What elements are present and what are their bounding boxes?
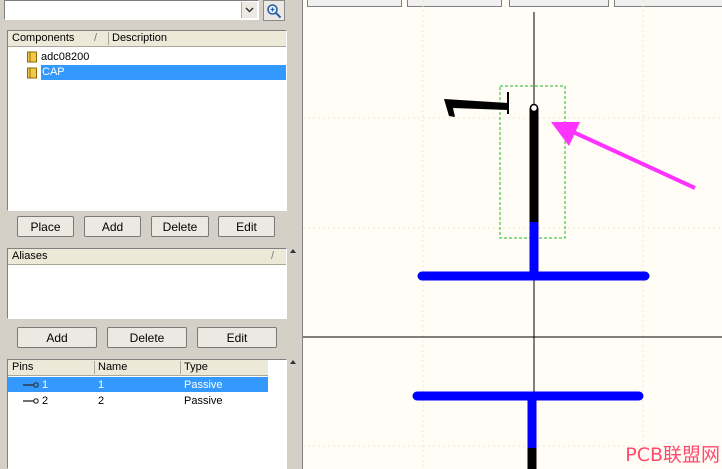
add-button[interactable]: Add xyxy=(84,216,141,237)
pin-name: 2 xyxy=(98,394,105,407)
schematic-drawing xyxy=(303,0,722,469)
list-item[interactable]: adc08200 xyxy=(26,49,286,64)
pin-type: Passive xyxy=(184,378,223,391)
pins-list[interactable]: Pins Name Type 1 1 Passive 2 2 Passive xyxy=(7,359,287,469)
delete-button[interactable]: Delete xyxy=(151,216,209,237)
pin-type: Passive xyxy=(184,394,223,407)
header-components[interactable]: Components xyxy=(12,32,74,44)
edit-button[interactable]: Edit xyxy=(218,216,275,237)
pin-icon xyxy=(23,397,39,404)
sort-indicator: / xyxy=(94,32,98,44)
zoom-button[interactable] xyxy=(263,0,285,21)
pin-label-glyph xyxy=(444,99,508,117)
aliases-list-header: Aliases / xyxy=(8,249,286,265)
pin-number: 1 xyxy=(42,378,49,391)
magnify-icon xyxy=(267,3,282,18)
place-button[interactable]: Place xyxy=(17,216,74,237)
chevron-up-icon xyxy=(290,360,296,364)
pin-number: 2 xyxy=(42,394,49,407)
aliases-collapse-button[interactable] xyxy=(288,246,298,256)
pin-1-hotspot xyxy=(529,103,539,113)
header-pins[interactable]: Pins xyxy=(12,361,33,373)
table-row[interactable]: 2 2 Passive xyxy=(8,393,268,408)
pin-name: 1 xyxy=(98,378,105,391)
sort-indicator: / xyxy=(271,250,275,262)
header-aliases[interactable]: Aliases xyxy=(12,250,47,262)
header-type[interactable]: Type xyxy=(184,361,208,373)
component-name: adc08200 xyxy=(41,50,90,63)
components-list[interactable]: Components / Description adc08200 CAP xyxy=(7,30,287,211)
alias-edit-button[interactable]: Edit xyxy=(197,327,277,348)
left-panel: Components / Description adc08200 CAP Pl… xyxy=(0,0,300,469)
list-item[interactable]: CAP xyxy=(26,65,286,80)
alias-add-button[interactable]: Add xyxy=(17,327,97,348)
pins-collapse-button[interactable] xyxy=(288,357,298,367)
annotation-arrow-icon xyxy=(551,122,696,190)
header-name[interactable]: Name xyxy=(98,361,127,373)
library-book-icon xyxy=(27,67,37,78)
schematic-canvas[interactable]: PCB联盟网 xyxy=(302,0,722,469)
chevron-down-icon[interactable] xyxy=(241,2,257,18)
chevron-up-icon xyxy=(290,249,296,253)
aliases-list[interactable]: Aliases / xyxy=(7,248,287,319)
library-book-icon xyxy=(27,51,37,62)
table-row[interactable]: 1 1 Passive xyxy=(8,377,268,392)
component-name: CAP xyxy=(41,65,286,80)
components-list-header: Components / Description xyxy=(8,31,286,47)
alias-delete-button[interactable]: Delete xyxy=(107,327,187,348)
header-description[interactable]: Description xyxy=(112,32,167,44)
pins-list-header: Pins Name Type xyxy=(8,360,268,376)
component-filter-combo[interactable] xyxy=(4,0,259,20)
watermark-text: PCB联盟网 xyxy=(625,444,720,466)
pin-icon xyxy=(23,381,39,388)
